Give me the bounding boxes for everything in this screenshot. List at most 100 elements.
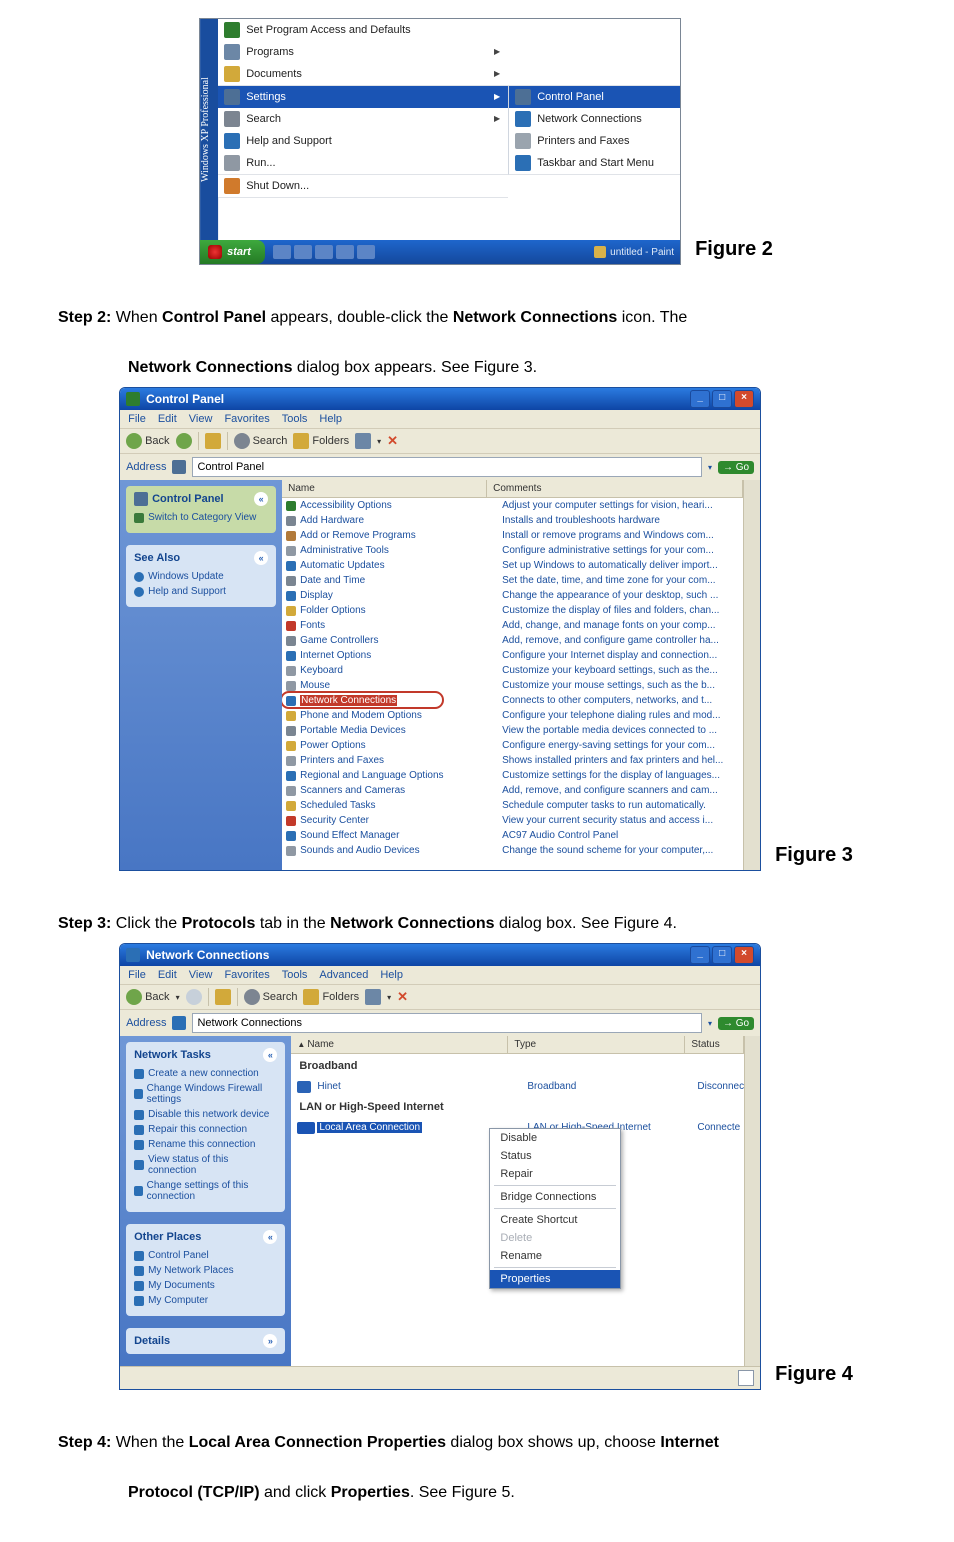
taskbar-button-paint[interactable]: untitled - Paint (588, 240, 680, 264)
quick-launch-icon[interactable] (294, 245, 312, 259)
task-link[interactable]: Disable this network device (134, 1109, 277, 1120)
up-button[interactable] (215, 989, 231, 1005)
forward-button[interactable] (176, 433, 192, 449)
quick-launch-icon[interactable] (315, 245, 333, 259)
expand-icon[interactable]: » (263, 1334, 277, 1348)
control-panel-item[interactable]: Internet OptionsConfigure your Internet … (282, 648, 743, 663)
menu-item[interactable]: Tools (282, 413, 308, 425)
quick-launch-icon[interactable] (336, 245, 354, 259)
settings-submenu-item[interactable]: Network Connections (508, 108, 680, 131)
task-link[interactable]: Change settings of this connection (134, 1180, 277, 1202)
collapse-icon[interactable]: « (254, 492, 268, 506)
menu-item[interactable]: Advanced (319, 969, 368, 981)
menu-item[interactable]: Help (319, 413, 342, 425)
menu-item[interactable]: View (189, 969, 213, 981)
context-menu-item[interactable]: Rename (490, 1247, 620, 1265)
control-panel-item[interactable]: Scheduled TasksSchedule computer tasks t… (282, 798, 743, 813)
collapse-icon[interactable]: « (263, 1230, 277, 1244)
control-panel-item[interactable]: Folder OptionsCustomize the display of f… (282, 603, 743, 618)
maximize-button[interactable]: □ (712, 946, 732, 964)
help-support-link[interactable]: Help and Support (134, 586, 268, 597)
control-panel-item[interactable]: Add HardwareInstalls and troubleshoots h… (282, 513, 743, 528)
control-panel-item[interactable]: Regional and Language OptionsCustomize s… (282, 768, 743, 783)
task-link[interactable]: Change Windows Firewall settings (134, 1083, 277, 1105)
address-input[interactable] (192, 1013, 702, 1033)
menu-item[interactable]: View (189, 413, 213, 425)
column-headers[interactable]: Name Comments (282, 480, 743, 498)
scrollbar[interactable] (744, 1036, 760, 1366)
views-button[interactable] (365, 989, 381, 1005)
connection-hinet[interactable]: Hinet Broadband Disconnec (291, 1078, 744, 1095)
collapse-icon[interactable]: « (254, 551, 268, 565)
minimize-button[interactable]: _ (690, 946, 710, 964)
minimize-button[interactable]: _ (690, 390, 710, 408)
control-panel-item[interactable]: DisplayChange the appearance of your des… (282, 588, 743, 603)
start-menu-item[interactable]: Shut Down... (218, 175, 508, 198)
column-headers[interactable]: ▲Name Type Status (291, 1036, 744, 1054)
maximize-button[interactable]: □ (712, 390, 732, 408)
go-button[interactable]: → Go (718, 461, 754, 474)
quick-launch-icon[interactable] (273, 245, 291, 259)
control-panel-item[interactable]: Date and TimeSet the date, time, and tim… (282, 573, 743, 588)
start-menu-item[interactable]: Settings▶ (218, 86, 508, 109)
search-button[interactable]: Search (234, 433, 288, 449)
quick-launch-icon[interactable] (357, 245, 375, 259)
up-button[interactable] (205, 433, 221, 449)
menu-item[interactable]: File (128, 969, 146, 981)
go-button[interactable]: → Go (718, 1017, 754, 1030)
control-panel-item[interactable]: Printers and FaxesShows installed printe… (282, 753, 743, 768)
forward-button[interactable] (186, 989, 202, 1005)
start-button[interactable]: start (200, 240, 265, 264)
menu-item[interactable]: Tools (282, 969, 308, 981)
context-menu-item[interactable]: Disable (490, 1129, 620, 1147)
back-button[interactable]: Back (126, 433, 169, 449)
control-panel-item[interactable]: Automatic UpdatesSet up Windows to autom… (282, 558, 743, 573)
control-panel-item[interactable]: Add or Remove ProgramsInstall or remove … (282, 528, 743, 543)
control-panel-item[interactable]: Phone and Modem OptionsConfigure your te… (282, 708, 743, 723)
menu-item[interactable]: Favorites (224, 969, 269, 981)
delete-icon[interactable]: ✕ (397, 989, 408, 1005)
settings-submenu-item[interactable]: Taskbar and Start Menu (508, 152, 680, 175)
start-menu-item[interactable]: Programs▶ (218, 41, 508, 64)
context-menu-item[interactable]: Status (490, 1147, 620, 1165)
close-button[interactable]: × (734, 390, 754, 408)
control-panel-item[interactable]: Scanners and CamerasAdd, remove, and con… (282, 783, 743, 798)
menu-item[interactable]: Help (380, 969, 403, 981)
control-panel-item[interactable]: Portable Media DevicesView the portable … (282, 723, 743, 738)
settings-submenu-item[interactable]: Printers and Faxes (508, 130, 680, 153)
delete-icon[interactable]: ✕ (387, 433, 398, 449)
settings-submenu-item[interactable]: Control Panel (508, 86, 680, 109)
menu-item[interactable]: Favorites (224, 413, 269, 425)
context-menu-item[interactable]: Create Shortcut (490, 1211, 620, 1229)
start-menu-item[interactable]: Documents▶ (218, 63, 508, 86)
search-button[interactable]: Search (244, 989, 298, 1005)
control-panel-item[interactable]: Network ConnectionsConnects to other com… (282, 693, 743, 708)
start-menu-item[interactable]: Run... (218, 152, 508, 175)
folders-button[interactable]: Folders (293, 433, 349, 449)
control-panel-item[interactable]: Power OptionsConfigure energy-saving set… (282, 738, 743, 753)
switch-category-view-link[interactable]: Switch to Category View (134, 512, 268, 523)
control-panel-item[interactable]: Security CenterView your current securit… (282, 813, 743, 828)
task-link[interactable]: Create a new connection (134, 1068, 277, 1079)
scrollbar[interactable] (743, 480, 760, 870)
place-link[interactable]: My Computer (134, 1295, 277, 1306)
place-link[interactable]: Control Panel (134, 1250, 277, 1261)
back-button[interactable]: Back (126, 989, 169, 1005)
task-link[interactable]: View status of this connection (134, 1154, 277, 1176)
context-menu-item[interactable]: Properties (490, 1270, 620, 1288)
menu-item[interactable]: File (128, 413, 146, 425)
control-panel-item[interactable]: KeyboardCustomize your keyboard settings… (282, 663, 743, 678)
place-link[interactable]: My Documents (134, 1280, 277, 1291)
control-panel-item[interactable]: Accessibility OptionsAdjust your compute… (282, 498, 743, 513)
control-panel-item[interactable]: FontsAdd, change, and manage fonts on yo… (282, 618, 743, 633)
menu-item[interactable]: Edit (158, 413, 177, 425)
context-menu-item[interactable]: Bridge Connections (490, 1188, 620, 1206)
control-panel-item[interactable]: Sounds and Audio DevicesChange the sound… (282, 843, 743, 858)
start-menu-item[interactable]: Search▶ (218, 108, 508, 131)
start-menu-item[interactable]: Set Program Access and Defaults (218, 19, 508, 42)
folders-button[interactable]: Folders (303, 989, 359, 1005)
context-menu-item[interactable]: Delete (490, 1229, 620, 1247)
collapse-icon[interactable]: « (263, 1048, 277, 1062)
control-panel-item[interactable]: Sound Effect ManagerAC97 Audio Control P… (282, 828, 743, 843)
control-panel-item[interactable]: Game ControllersAdd, remove, and configu… (282, 633, 743, 648)
